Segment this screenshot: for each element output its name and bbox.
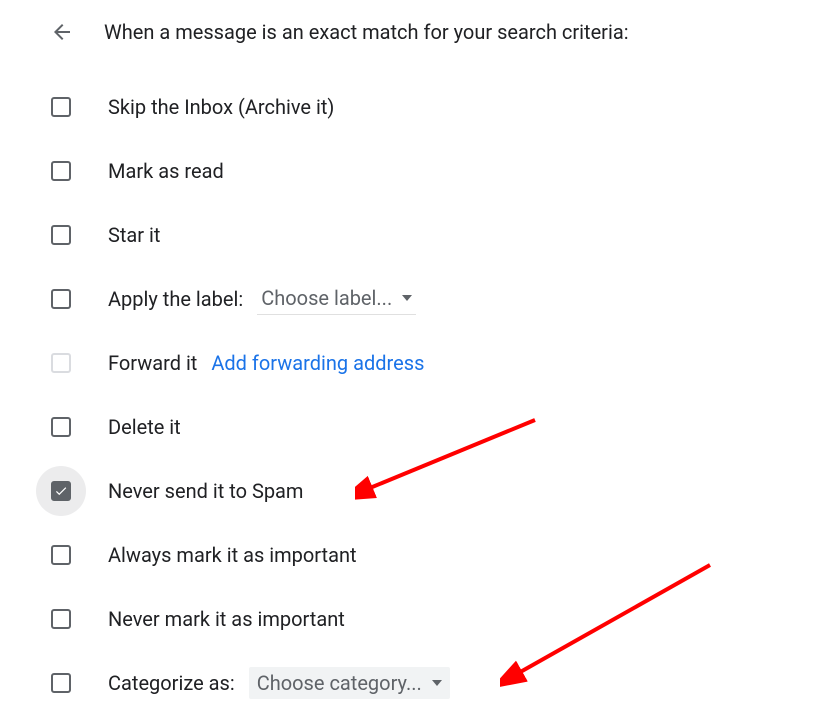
choose-label-text: Choose label...	[261, 286, 392, 310]
categorize-text: Categorize as:	[108, 671, 235, 695]
add-forwarding-link[interactable]: Add forwarding address	[211, 351, 424, 375]
option-never-spam: Never send it to Spam	[50, 478, 768, 504]
option-mark-read: Mark as read	[50, 158, 768, 184]
label-always-important: Always mark it as important	[108, 543, 357, 567]
label-skip-inbox: Skip the Inbox (Archive it)	[108, 95, 334, 119]
label-never-spam: Never send it to Spam	[108, 479, 303, 503]
checkbox-never-important[interactable]	[51, 609, 71, 629]
apply-label-text: Apply the label:	[108, 287, 243, 311]
option-star: Star it	[50, 222, 768, 248]
label-apply-label: Apply the label: Choose label...	[108, 284, 416, 315]
label-categorize: Categorize as: Choose category...	[108, 667, 450, 699]
option-never-important: Never mark it as important	[50, 606, 768, 632]
checkbox-star[interactable]	[51, 225, 71, 245]
caret-down-icon	[432, 680, 442, 686]
back-arrow-icon[interactable]	[50, 20, 74, 44]
choose-label-dropdown[interactable]: Choose label...	[257, 284, 416, 315]
option-delete: Delete it	[50, 414, 768, 440]
checkbox-never-spam[interactable]	[51, 481, 71, 501]
label-star: Star it	[108, 223, 160, 247]
checkbox-forward[interactable]	[51, 353, 71, 373]
option-categorize: Categorize as: Choose category...	[50, 670, 768, 696]
checkbox-categorize[interactable]	[51, 673, 71, 693]
checkbox-apply-label[interactable]	[51, 289, 71, 309]
checkbox-delete[interactable]	[51, 417, 71, 437]
option-forward: Forward it Add forwarding address	[50, 350, 768, 376]
forward-text: Forward it	[108, 351, 197, 375]
label-mark-read: Mark as read	[108, 159, 224, 183]
label-never-important: Never mark it as important	[108, 607, 345, 631]
header: When a message is an exact match for you…	[50, 20, 768, 44]
label-forward: Forward it Add forwarding address	[108, 351, 424, 375]
option-skip-inbox: Skip the Inbox (Archive it)	[50, 94, 768, 120]
option-always-important: Always mark it as important	[50, 542, 768, 568]
option-apply-label: Apply the label: Choose label...	[50, 286, 768, 312]
choose-category-text: Choose category...	[257, 671, 422, 695]
checkbox-mark-read[interactable]	[51, 161, 71, 181]
page-title: When a message is an exact match for you…	[104, 20, 629, 44]
checkbox-always-important[interactable]	[51, 545, 71, 565]
label-delete: Delete it	[108, 415, 181, 439]
checkbox-skip-inbox[interactable]	[51, 97, 71, 117]
caret-down-icon	[402, 295, 412, 301]
choose-category-dropdown[interactable]: Choose category...	[249, 667, 450, 699]
